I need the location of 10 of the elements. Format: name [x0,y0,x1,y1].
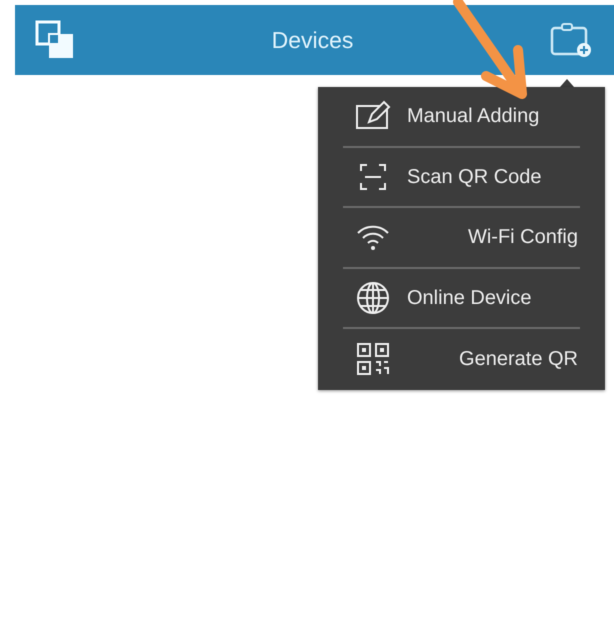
windows-icon[interactable] [35,20,75,60]
qr-code-icon [355,341,391,378]
globe-icon [355,280,391,316]
header-title: Devices [272,26,354,55]
menu-item[interactable]: Wi-Fi Config [343,208,580,268]
menu-item[interactable]: Online Device [343,268,580,329]
menu-item[interactable]: Scan QR Code [343,148,580,208]
menu-item[interactable]: Manual Adding [343,87,580,148]
menu-item[interactable]: Generate QR [343,329,580,390]
add-device-icon[interactable] [550,22,592,58]
